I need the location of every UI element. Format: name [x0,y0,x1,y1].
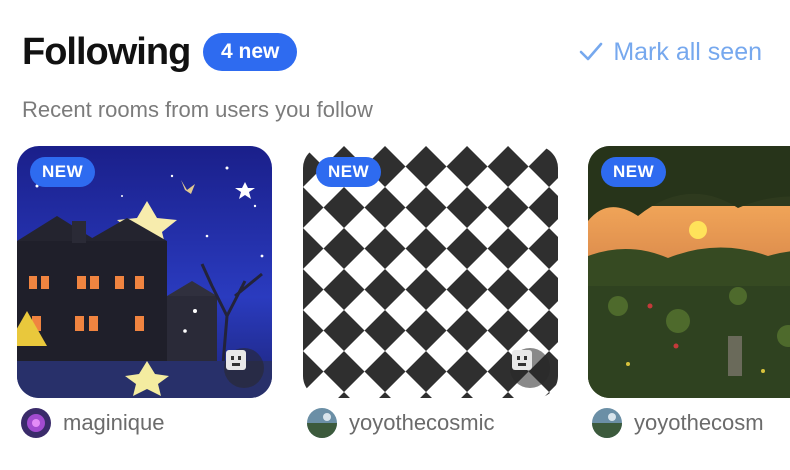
room-card: NEW yoyothecosm [588,146,790,446]
owner-username: maginique [63,410,165,435]
avatar [307,408,337,438]
room-card: NEW maginique [17,146,272,446]
following-panel: Following 4 new Mark all seen Recent roo… [0,0,790,470]
avatar [592,408,622,438]
avatar [21,408,51,438]
new-badge: NEW [30,157,96,187]
header: Following 4 new Mark all seen [22,28,762,76]
blocky-avatar-icon [510,348,550,388]
owner-username: yoyothecosmic [349,410,495,435]
new-count-badge: 4 new [203,33,298,71]
room-owner[interactable]: maginique [21,408,165,438]
room-owner[interactable]: yoyothecosm [592,408,764,438]
new-badge: NEW [601,157,667,187]
room-thumbnail[interactable]: NEW [588,146,790,398]
mark-all-seen-label: Mark all seen [613,37,762,66]
rooms-carousel[interactable]: NEW maginique NEW yoyothecosmic NEW yoyo… [17,146,790,470]
new-badge: NEW [316,157,382,187]
page-title: Following [22,31,191,73]
room-owner[interactable]: yoyothecosmic [307,408,495,438]
room-thumbnail[interactable]: NEW [303,146,558,398]
mark-all-seen-button[interactable]: Mark all seen [579,28,762,76]
owner-username: yoyothecosm [634,410,764,435]
section-subtitle: Recent rooms from users you follow [22,97,373,122]
room-thumbnail[interactable]: NEW [17,146,272,398]
check-icon [580,42,603,61]
room-card: NEW yoyothecosmic [303,146,558,446]
blocky-avatar-icon [224,348,264,388]
